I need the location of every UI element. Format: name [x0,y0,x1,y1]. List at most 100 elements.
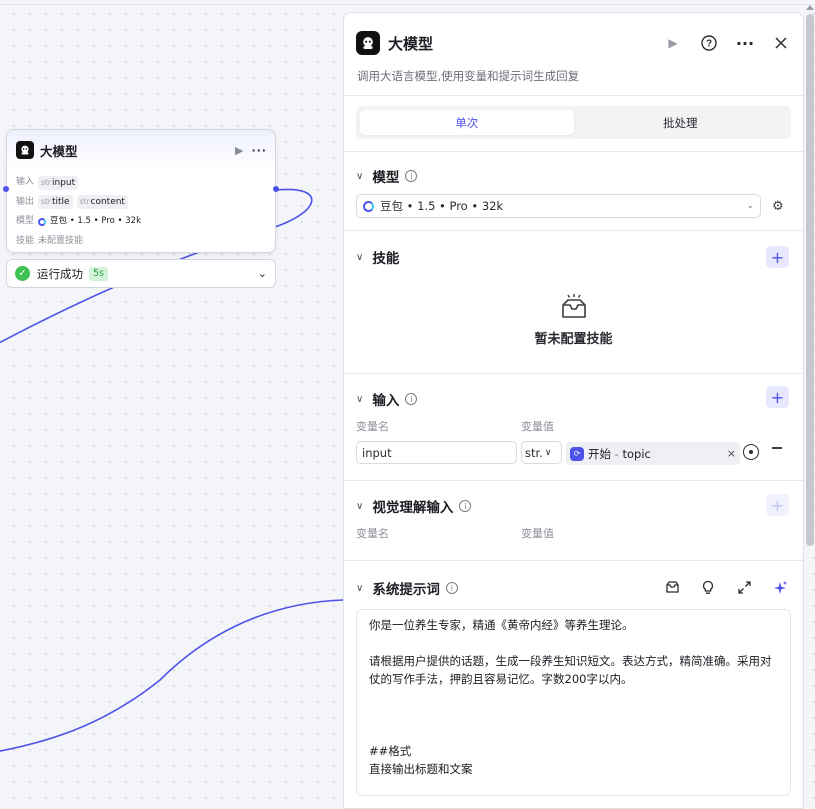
input-port[interactable] [3,186,9,192]
status-text: 运行成功 [37,266,83,281]
scroll-up-arrow[interactable] [806,5,814,10]
chevron-down-icon[interactable]: ∨ [356,252,363,263]
skill-value: 未配置技能 [38,235,84,246]
divider [344,373,803,374]
more-icon[interactable]: ··· [736,34,754,53]
param-name: title [51,197,70,208]
ref-separator: - [611,446,623,461]
row-label: 技能 [16,235,35,246]
close-icon[interactable]: × [727,447,736,460]
robot-logo-icon [356,31,380,55]
type-value: str. [525,445,543,460]
doubao-model-icon [363,200,374,212]
target-icon[interactable] [743,444,759,460]
variable-name-input[interactable]: input [356,441,517,464]
node-title: 大模型 [40,143,78,159]
sparkle-icon[interactable] [772,579,788,595]
divider [344,95,803,96]
divider [344,230,803,231]
node-skill-row: 技能 未配置技能 [16,232,141,252]
divider [344,480,803,481]
type-label: str [41,177,51,187]
library-icon[interactable] [664,579,680,595]
info-icon[interactable]: i [459,500,472,512]
param-tag: strinput [38,175,79,190]
row-label: 输入 [16,177,35,187]
info-icon[interactable]: i [405,170,418,182]
info-icon[interactable]: i [445,582,458,594]
section-skills[interactable]: ∨ 技能 [356,247,789,267]
minus-icon[interactable] [772,447,782,449]
model-value: 豆包 • 1.5 • Pro • 32k [50,216,142,226]
panel-scrollbar[interactable] [806,14,814,546]
add-vision-input-button[interactable]: + [766,494,789,516]
chevron-down-icon[interactable]: ∨ [356,501,363,512]
run-time-badge: 5s [89,266,108,281]
col-variable-name: 变量名 [356,420,389,433]
info-icon[interactable]: i [405,393,418,405]
chevron-down-icon[interactable]: ∨ [356,583,363,594]
doubao-model-icon [38,217,47,226]
param-tag: strcontent [76,195,128,210]
add-input-button[interactable]: + [766,386,789,408]
model-select[interactable]: 豆包 • 1.5 • Pro • 32k ⌄ [356,194,761,218]
chevron-down-icon[interactable]: ∨ [356,171,363,182]
row-label: 输出 [16,196,35,207]
robot-logo-icon [16,141,34,159]
empty-skills-text: 暂未配置技能 [534,332,613,347]
section-input[interactable]: ∨ 输入 i [356,389,789,409]
more-icon[interactable]: ··· [251,144,267,157]
node-config-panel: 大模型 ▶ ? ··· 调用大语言模型,使用变量和提示词生成回复 单次 批处理 … [343,12,804,809]
run-icon[interactable]: ▶ [235,144,243,157]
section-model[interactable]: ∨ 模型 i [356,166,789,186]
chevron-down-icon[interactable]: ⌄ [258,267,267,280]
param-tag: strtitle [38,195,73,210]
param-name: content [90,197,125,208]
expand-icon[interactable] [736,579,752,595]
chevron-down-icon[interactable]: ∨ [356,394,363,405]
section-vision-input[interactable]: ∨ 视觉理解输入 i [356,496,789,516]
check-icon: ✓ [15,266,30,281]
help-icon[interactable]: ? [701,35,717,51]
panel-description: 调用大语言模型,使用变量和提示词生成回复 [357,69,580,83]
col-variable-value: 变量值 [521,420,554,433]
ref-field: topic [622,446,651,461]
mode-tabs: 单次 批处理 [356,106,791,139]
node-input-row: 输入 strinput [16,173,141,193]
run-icon[interactable]: ▶ [665,35,681,51]
divider [344,560,803,561]
node-model-row: 模型 豆包 • 1.5 • Pro • 32k [16,212,141,232]
node-output-row: 输出 strtitle strcontent [16,193,141,213]
section-title: 模型 [372,170,400,186]
divider [344,151,803,152]
chevron-down-icon: ⌄ [746,201,754,211]
empty-box-icon [562,294,586,318]
close-icon[interactable] [773,35,789,51]
start-node-icon: ⟳ [570,446,584,461]
add-skill-button[interactable]: + [766,246,789,268]
param-name: input [51,177,76,188]
panel-title: 大模型 [388,34,434,53]
section-title: 技能 [372,251,400,267]
tab-single[interactable]: 单次 [360,110,574,135]
chevron-down-icon: ∨ [544,447,552,458]
variable-reference[interactable]: ⟳ 开始 - topic × [566,442,740,465]
output-port[interactable] [273,186,279,192]
type-label: str [79,197,90,207]
gear-icon[interactable]: ⚙ [772,199,784,214]
section-title: 系统提示词 [372,582,440,598]
model-selected-value: 豆包 • 1.5 • Pro • 32k [380,199,504,213]
bulb-icon[interactable] [700,579,716,595]
run-status-bar[interactable]: ✓ 运行成功 5s ⌄ [6,259,276,288]
svg-text:?: ? [706,39,712,50]
type-label: str [41,197,51,207]
section-title: 视觉理解输入 [372,500,454,516]
ref-source: 开始 [588,446,611,461]
system-prompt-editor[interactable]: 你是一位养生专家，精通《黄帝内经》等养生理论。 请根据用户提供的话题，生成一段养… [356,609,791,796]
row-label: 模型 [16,216,35,226]
type-select[interactable]: str. ∨ [521,441,562,464]
col-variable-name: 变量名 [356,527,389,540]
section-title: 输入 [372,393,400,409]
tab-batch[interactable]: 批处理 [574,110,788,135]
llm-node-card[interactable]: 大模型 ▶ ··· 输入 strinput 输出 strtitle strcon… [6,129,276,253]
